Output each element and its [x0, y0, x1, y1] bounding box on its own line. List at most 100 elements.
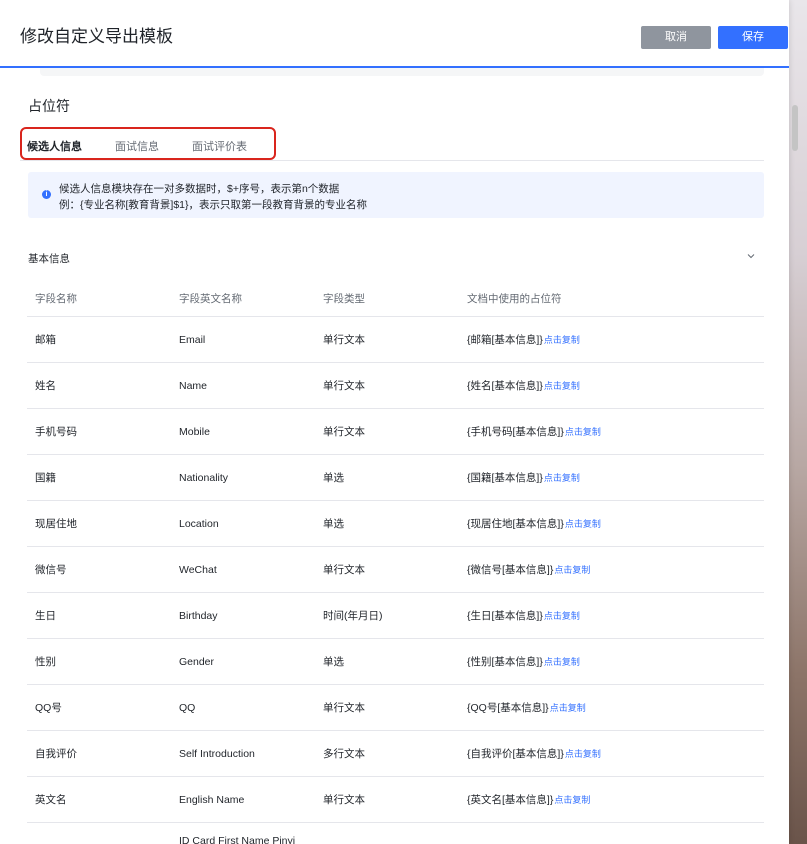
cell-field-type: 单选: [323, 472, 344, 484]
cell-english-name: Self Introduction: [179, 747, 255, 760]
cell-field-type: 单行文本: [323, 794, 365, 806]
table-row: 手机号码 Mobile 单行文本 {手机号码[基本信息]} 点击复制: [27, 409, 764, 455]
cell-field-type: 单选: [323, 656, 344, 668]
notice-line-1: 候选人信息模块存在一对多数据时，$+序号，表示第n个数据: [59, 183, 340, 195]
info-icon: i: [42, 190, 51, 199]
cell-placeholder: {英文名[基本信息]} 点击复制: [467, 777, 590, 822]
cell-field-name: 微信号: [35, 564, 67, 576]
cell-field-name: 姓名: [35, 380, 56, 392]
table-row: 邮箱 Email 单行文本 {邮箱[基本信息]} 点击复制: [27, 317, 764, 363]
cell-field-type: 单行文本: [323, 380, 365, 392]
cell-field-name: 英文名: [35, 794, 67, 806]
placeholder-text: {QQ号[基本信息]}: [467, 702, 549, 714]
cell-placeholder: {性别[基本信息]} 点击复制: [467, 639, 580, 684]
cell-english-name: QQ: [179, 701, 196, 714]
table-row: 国籍 Nationality 单选 {国籍[基本信息]} 点击复制: [27, 455, 764, 501]
placeholder-text: {微信号[基本信息]}: [467, 564, 554, 576]
cell-placeholder: {生日[基本信息]} 点击复制: [467, 593, 580, 638]
cell-english-name: Name: [179, 379, 208, 392]
cancel-button[interactable]: 取消: [641, 26, 711, 49]
group-title-basic-info: 基本信息: [28, 253, 70, 265]
cell-field-type: 单行文本: [323, 334, 365, 346]
placeholder-text: {国籍[基本信息]}: [467, 472, 543, 484]
table-row: 现居住地 Location 单选 {现居住地[基本信息]} 点击复制: [27, 501, 764, 547]
cell-field-name: 现居住地: [35, 518, 77, 530]
copy-link[interactable]: 点击复制: [544, 471, 580, 484]
cell-english-name: Gender: [179, 655, 215, 668]
cell-english-name: English Name: [179, 793, 245, 806]
table-row: 英文名 English Name 单行文本 {英文名[基本信息]} 点击复制: [27, 777, 764, 823]
cell-english-name: Nationality: [179, 471, 229, 484]
cell-field-name: 自我评价: [35, 748, 77, 760]
placeholder-text: {手机号码[基本信息]}: [467, 426, 564, 438]
copy-link[interactable]: 点击复制: [544, 333, 580, 346]
placeholder-text: {现居住地[基本信息]}: [467, 518, 564, 530]
placeholder-text: {性别[基本信息]}: [467, 656, 543, 668]
copy-link[interactable]: 点击复制: [565, 747, 601, 760]
cell-placeholder: {国籍[基本信息]} 点击复制: [467, 455, 580, 500]
cell-placeholder: {微信号[基本信息]} 点击复制: [467, 547, 590, 592]
column-header-field-name: 字段名称: [35, 292, 77, 305]
cell-placeholder: {手机号码[基本信息]} 点击复制: [467, 409, 601, 454]
fields-table: 字段名称 字段英文名称 字段类型 文档中使用的占位符 邮箱 Email 单行文本 {邮…: [27, 280, 764, 844]
modal-header: 修改自定义导出模板 取消 保存: [0, 0, 789, 68]
cell-field-type: 单选: [323, 518, 344, 530]
previous-section-card: [40, 68, 764, 76]
copy-link[interactable]: 点击复制: [544, 379, 580, 392]
table-row: 微信号 WeChat 单行文本 {微信号[基本信息]} 点击复制: [27, 547, 764, 593]
cell-placeholder: {自我评价[基本信息]} 点击复制: [467, 731, 601, 776]
cell-english-name: WeChat: [179, 563, 217, 576]
cell-placeholder: {邮箱[基本信息]} 点击复制: [467, 317, 580, 362]
save-button[interactable]: 保存: [718, 26, 788, 49]
table-row: 生日 Birthday 时间(年月日) {生日[基本信息]} 点击复制: [27, 593, 764, 639]
placeholder-text: {邮箱[基本信息]}: [467, 334, 543, 346]
cell-field-name: 邮箱: [35, 334, 56, 346]
placeholder-text: {姓名[基本信息]}: [467, 380, 543, 392]
info-notice: i 候选人信息模块存在一对多数据时，$+序号，表示第n个数据 例：{专业名称[教…: [28, 172, 764, 218]
cell-field-name: QQ号: [35, 702, 62, 714]
cell-placeholder: {QQ号[基本信息]} 点击复制: [467, 685, 586, 730]
cell-field-name: 国籍: [35, 472, 56, 484]
table-row: 姓名 Name 单行文本 {姓名[基本信息]} 点击复制: [27, 363, 764, 409]
placeholder-text: {英文名[基本信息]}: [467, 794, 554, 806]
cell-placeholder: {现居住地[基本信息]} 点击复制: [467, 501, 601, 546]
placeholder-text: {自我评价[基本信息]}: [467, 748, 564, 760]
section-title: 占位符: [28, 98, 70, 114]
copy-link[interactable]: 点击复制: [554, 563, 590, 576]
cell-field-type: 单行文本: [323, 564, 365, 576]
column-header-field-type: 字段类型: [323, 292, 365, 305]
export-template-modal: 修改自定义导出模板 取消 保存 占位符 候选人信息 面试信息 面试评价表 i 候…: [0, 0, 789, 844]
copy-link[interactable]: 点击复制: [550, 701, 586, 714]
table-row: ID Card First Name Pinyi: [27, 823, 764, 844]
table-row: 自我评价 Self Introduction 多行文本 {自我评价[基本信息]} 点击复…: [27, 731, 764, 777]
modal-title: 修改自定义导出模板: [20, 27, 173, 46]
column-header-english-name: 字段英文名称: [179, 292, 242, 305]
cell-field-type: 单行文本: [323, 702, 365, 714]
table-row: QQ号 QQ 单行文本 {QQ号[基本信息]} 点击复制: [27, 685, 764, 731]
table-body: 邮箱 Email 单行文本 {邮箱[基本信息]} 点击复制 姓名 Name 单行文本 {姓名[基…: [27, 317, 764, 823]
table-row: 性别 Gender 单选 {性别[基本信息]} 点击复制: [27, 639, 764, 685]
cell-english-name: ID Card First Name Pinyi: [179, 835, 296, 844]
cell-field-type: 时间(年月日): [323, 610, 383, 622]
copy-link[interactable]: 点击复制: [544, 609, 580, 622]
cell-english-name: Email: [179, 333, 206, 346]
cell-field-name: 性别: [35, 656, 56, 668]
cell-field-name: 生日: [35, 610, 56, 622]
column-header-placeholder: 文档中使用的占位符: [467, 292, 562, 305]
cell-field-type: 单行文本: [323, 426, 365, 438]
copy-link[interactable]: 点击复制: [544, 655, 580, 668]
placeholder-text: {生日[基本信息]}: [467, 610, 543, 622]
table-header-row: 字段名称 字段英文名称 字段类型 文档中使用的占位符: [27, 280, 764, 317]
notice-line-2: 例：{专业名称[教育背景]$1}，表示只取第一段教育背景的专业名称: [59, 199, 368, 211]
cell-placeholder: {姓名[基本信息]} 点击复制: [467, 363, 580, 408]
cell-field-type: 多行文本: [323, 748, 365, 760]
cell-english-name: Mobile: [179, 425, 210, 438]
tabs-highlight-annotation: [20, 127, 276, 160]
chevron-down-icon[interactable]: [747, 252, 755, 260]
copy-link[interactable]: 点击复制: [554, 793, 590, 806]
cell-field-name: 手机号码: [35, 426, 77, 438]
copy-link[interactable]: 点击复制: [565, 517, 601, 530]
scrollbar-thumb[interactable]: [792, 105, 798, 151]
copy-link[interactable]: 点击复制: [565, 425, 601, 438]
cell-english-name: Location: [179, 517, 219, 530]
